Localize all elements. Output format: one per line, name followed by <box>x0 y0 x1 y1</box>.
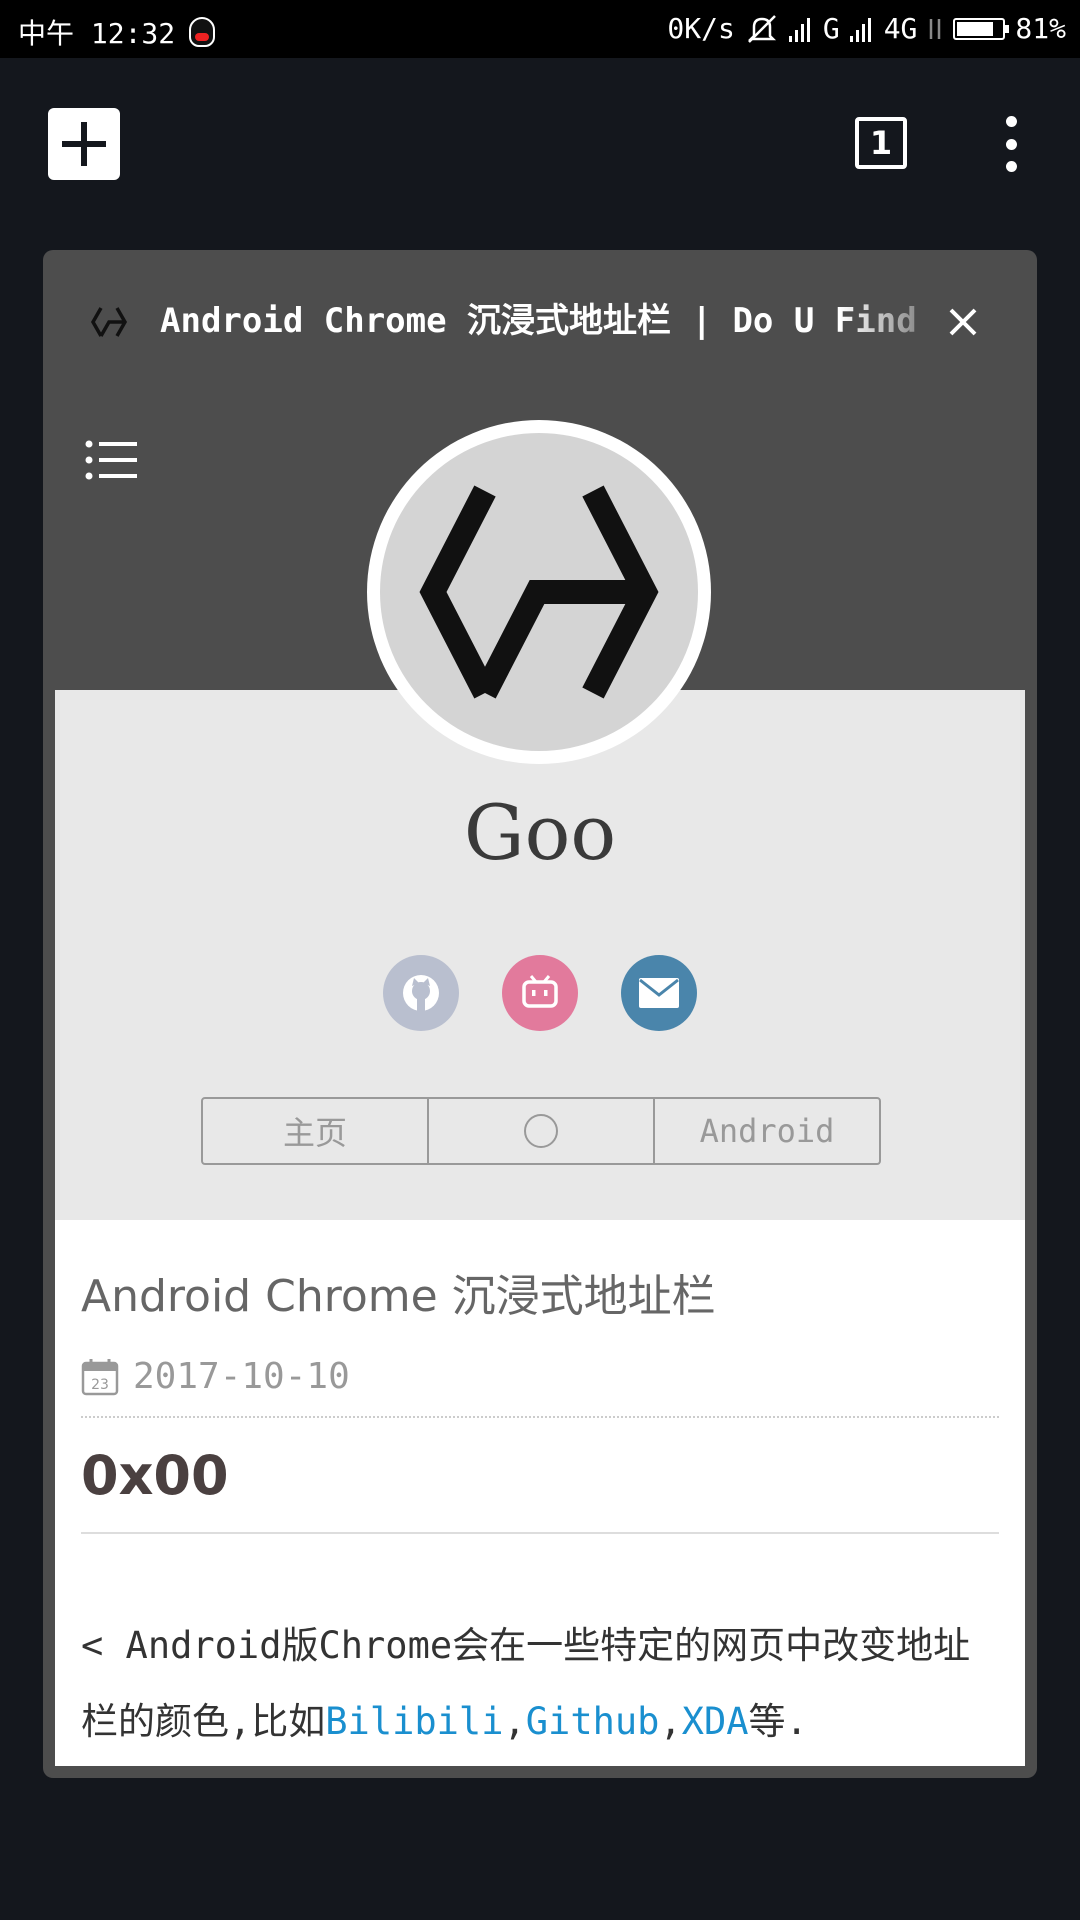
tab-card-header: Android Chrome 沉浸式地址栏 | Do U Find <box>43 250 1037 392</box>
signal-bars-icon <box>849 17 871 42</box>
calendar-icon: 23 <box>81 1358 119 1395</box>
close-icon[interactable] <box>943 302 983 342</box>
github-text-link[interactable]: Github <box>526 1700 660 1743</box>
nav-android[interactable]: Android <box>655 1099 879 1163</box>
menu-dot <box>1005 138 1017 150</box>
list-menu-icon <box>85 440 137 480</box>
xda-text-link[interactable]: XDA <box>682 1700 749 1743</box>
tab-card[interactable]: Android Chrome 沉浸式地址栏 | Do U Find Goo 主页… <box>43 250 1037 1778</box>
avatar <box>367 420 711 764</box>
network-type-1: G <box>822 12 840 45</box>
status-bar: 中午 12:32 0K/s G 4G 81% <box>0 0 1080 58</box>
circle-icon <box>524 1114 558 1148</box>
site-logo-icon <box>419 485 659 699</box>
status-time: 中午 12:32 <box>18 17 176 50</box>
tab-title: Android Chrome 沉浸式地址栏 | Do U Find <box>160 301 917 341</box>
tab-switcher-toolbar: 1 <box>0 58 1080 228</box>
qq-notification-icon <box>189 17 216 47</box>
battery-percent: 81% <box>1015 12 1066 45</box>
bilibili-link[interactable] <box>502 955 578 1031</box>
article-date: 23 2017-10-10 <box>81 1356 350 1397</box>
section-heading: 0x00 <box>81 1444 229 1507</box>
site-logo-icon <box>90 307 128 337</box>
signal-bars-icon <box>788 17 810 42</box>
mute-icon <box>747 14 776 43</box>
article: Android Chrome 沉浸式地址栏 23 2017-10-10 0x00… <box>55 1220 1025 1766</box>
paragraph-end: 等. <box>748 1700 808 1743</box>
mail-icon <box>639 978 679 1008</box>
battery-icon <box>953 17 1010 40</box>
menu-dot <box>1005 161 1017 172</box>
site-name: Goo <box>463 788 617 877</box>
nav-circle[interactable] <box>429 1099 655 1163</box>
page-thumbnail: Goo 主页 Android Android Chrome 沉浸式地址栏 23 … <box>55 394 1025 1766</box>
github-link[interactable] <box>383 955 459 1031</box>
tab-count-button[interactable]: 1 <box>855 117 907 169</box>
article-paragraph: < Android版Chrome会在一些特定的网页中改变地址栏的颜色,比如Bil… <box>81 1608 999 1760</box>
new-tab-button[interactable] <box>48 108 120 180</box>
page-nav: 主页 Android <box>201 1097 881 1165</box>
data-activity-icon <box>930 18 941 39</box>
separator: , <box>659 1700 682 1743</box>
divider <box>81 1416 999 1418</box>
bilibili-icon <box>522 975 558 1008</box>
menu-dot <box>1005 116 1017 127</box>
mail-link[interactable] <box>621 955 697 1031</box>
separator: , <box>503 1700 526 1743</box>
github-icon <box>403 975 439 1011</box>
divider <box>81 1532 999 1534</box>
article-title: Android Chrome 沉浸式地址栏 <box>81 1271 716 1322</box>
nav-home[interactable]: 主页 <box>203 1099 429 1163</box>
svg-text:23: 23 <box>91 1377 109 1393</box>
network-type-2: 4G <box>883 12 918 45</box>
more-menu-button[interactable] <box>995 116 1027 172</box>
network-speed: 0K/s <box>667 12 735 45</box>
bilibili-text-link[interactable]: Bilibili <box>325 1700 503 1743</box>
date-text: 2017-10-10 <box>133 1356 350 1397</box>
